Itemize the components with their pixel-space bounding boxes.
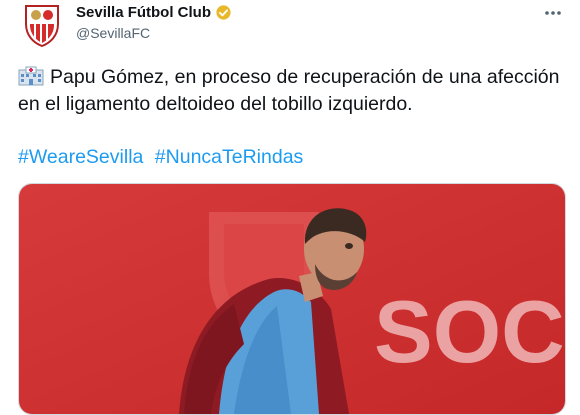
photo-image: SOC — [19, 184, 565, 414]
hashtag-link[interactable]: #NuncaTeRindas — [155, 146, 304, 168]
avatar[interactable] — [22, 2, 62, 48]
tweet: Sevilla Fútbol Club @SevillaFC Papu Góme… — [0, 0, 580, 415]
sevilla-crest-icon — [25, 5, 59, 48]
verified-badge-icon — [215, 4, 232, 21]
hashtag-link[interactable]: #WeareSevilla — [18, 146, 143, 168]
hospital-icon — [18, 66, 44, 86]
tweet-text: Papu Gómez, en proceso de recuperación d… — [18, 64, 563, 118]
tweet-photo[interactable]: SOC — [18, 183, 566, 415]
more-options-icon[interactable] — [542, 2, 564, 24]
author-name[interactable]: Sevilla Fútbol Club — [76, 4, 232, 21]
hashtags: #WeareSevilla #NuncaTeRindas — [18, 146, 309, 169]
photo-wall-text: SOC — [374, 282, 565, 381]
author-handle[interactable]: @SevillaFC — [76, 25, 150, 41]
author-name-text: Sevilla Fútbol Club — [76, 4, 212, 21]
tweet-body: Papu Gómez, en proceso de recuperación d… — [18, 66, 560, 115]
